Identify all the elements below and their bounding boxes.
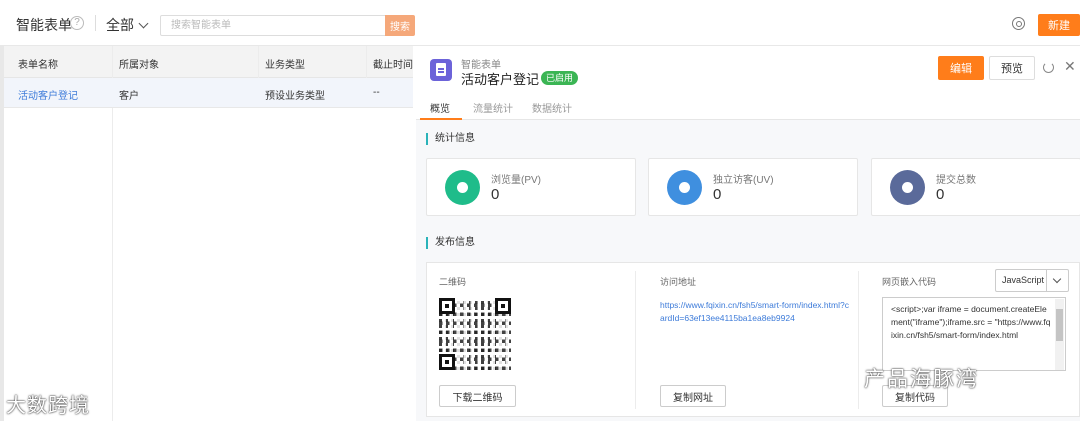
stat-card-pv: 浏览量(PV) 0: [426, 158, 636, 216]
access-url-link[interactable]: https://www.fqixin.cn/fsh5/smart-form/in…: [660, 299, 850, 325]
stat-label: 提交总数: [936, 175, 976, 186]
stat-label: 独立访客(UV): [713, 175, 774, 186]
url-label: 访问地址: [660, 277, 697, 287]
column-header-deadline[interactable]: 截止时间: [373, 56, 413, 71]
form-icon: [430, 59, 452, 81]
close-icon[interactable]: ✕: [1064, 59, 1078, 73]
download-qr-button[interactable]: 下载二维码: [439, 385, 516, 407]
copy-url-button[interactable]: 复制网址: [660, 385, 726, 407]
search-input[interactable]: [160, 15, 386, 36]
qr-code-image: [439, 298, 511, 370]
tab-bar: 概览 流量统计 数据统计: [416, 92, 1080, 120]
column-header-biz-type[interactable]: 业务类型: [265, 56, 305, 71]
page-title: 智能表单: [16, 17, 72, 33]
tab-overview[interactable]: 概览: [430, 100, 450, 115]
form-name-link[interactable]: 活动客户登记: [18, 87, 78, 102]
column-divider: [858, 271, 859, 409]
stat-value: 0: [936, 186, 945, 203]
row-object: 客户: [119, 91, 139, 102]
form-list-panel: 表单名称 所属对象 业务类型 截止时间 活动客户登记 客户 预设业务类型 --: [0, 46, 413, 421]
refresh-icon[interactable]: [1043, 62, 1054, 73]
eye-icon: [445, 170, 480, 205]
footprint-icon: [667, 170, 702, 205]
column-header-object[interactable]: 所属对象: [119, 56, 159, 71]
language-select[interactable]: JavaScript: [995, 269, 1069, 292]
tab-data-stats[interactable]: 数据统计: [532, 100, 572, 115]
form-name: 活动客户登记: [461, 72, 540, 87]
publish-section-title: 发布信息: [426, 237, 475, 249]
stat-value: 0: [491, 186, 500, 203]
tab-traffic-stats[interactable]: 流量统计: [473, 100, 513, 115]
preview-button[interactable]: 预览: [989, 56, 1035, 80]
divider: [95, 15, 96, 31]
detail-header: 智能表单 活动客户登记 已启用 编辑 预览 ✕: [416, 46, 1080, 92]
filter-label: 全部: [106, 17, 134, 33]
row-biz-type: 预设业务类型: [265, 91, 325, 102]
filter-dropdown[interactable]: 全部: [106, 15, 149, 35]
chevron-down-icon: [138, 18, 149, 29]
embed-code-textarea[interactable]: <script>;var iframe = document.createEle…: [882, 297, 1066, 371]
embed-code-text: <script>;var iframe = document.createEle…: [891, 304, 1051, 340]
table-row[interactable]: 活动客户登记 客户 预设业务类型 --: [4, 78, 413, 108]
qr-label: 二维码: [439, 277, 467, 287]
active-tab-indicator: [420, 118, 462, 120]
publish-panel: 二维码 下载二维码 访问地址 https://www.fqixin.cn/fsh…: [426, 262, 1080, 417]
scrollbar[interactable]: [1055, 299, 1064, 370]
submit-icon: [890, 170, 925, 205]
stat-card-submissions: 提交总数 0: [871, 158, 1080, 216]
form-detail-panel: 智能表单 活动客户登记 已启用 编辑 预览 ✕ 概览 流量统计 数据统计 统计信…: [416, 46, 1080, 421]
new-button[interactable]: 新建: [1038, 14, 1080, 36]
watermark-left: 大数跨境: [6, 395, 90, 417]
top-bar: 智能表单 ? 全部 搜索 新建: [0, 0, 1080, 46]
stats-section-title: 统计信息: [426, 133, 475, 145]
stat-card-uv: 独立访客(UV) 0: [648, 158, 858, 216]
column-divider: [635, 271, 636, 409]
stat-value: 0: [713, 186, 722, 203]
table-header: 表单名称 所属对象 业务类型 截止时间: [4, 46, 413, 78]
row-deadline: --: [373, 87, 380, 98]
edit-button[interactable]: 编辑: [938, 56, 984, 80]
embed-code-label: 网页嵌入代码: [882, 277, 937, 287]
help-icon[interactable]: ?: [70, 16, 84, 30]
column-header-name[interactable]: 表单名称: [18, 56, 58, 71]
status-badge: 已启用: [541, 71, 579, 85]
watermark-right: 产品海豚湾: [864, 368, 979, 391]
gear-icon[interactable]: [1012, 17, 1025, 30]
search-button[interactable]: 搜索: [385, 15, 415, 36]
stat-label: 浏览量(PV): [491, 175, 541, 186]
language-select-value: JavaScript: [1002, 275, 1045, 285]
chevron-down-icon: [1052, 274, 1062, 284]
